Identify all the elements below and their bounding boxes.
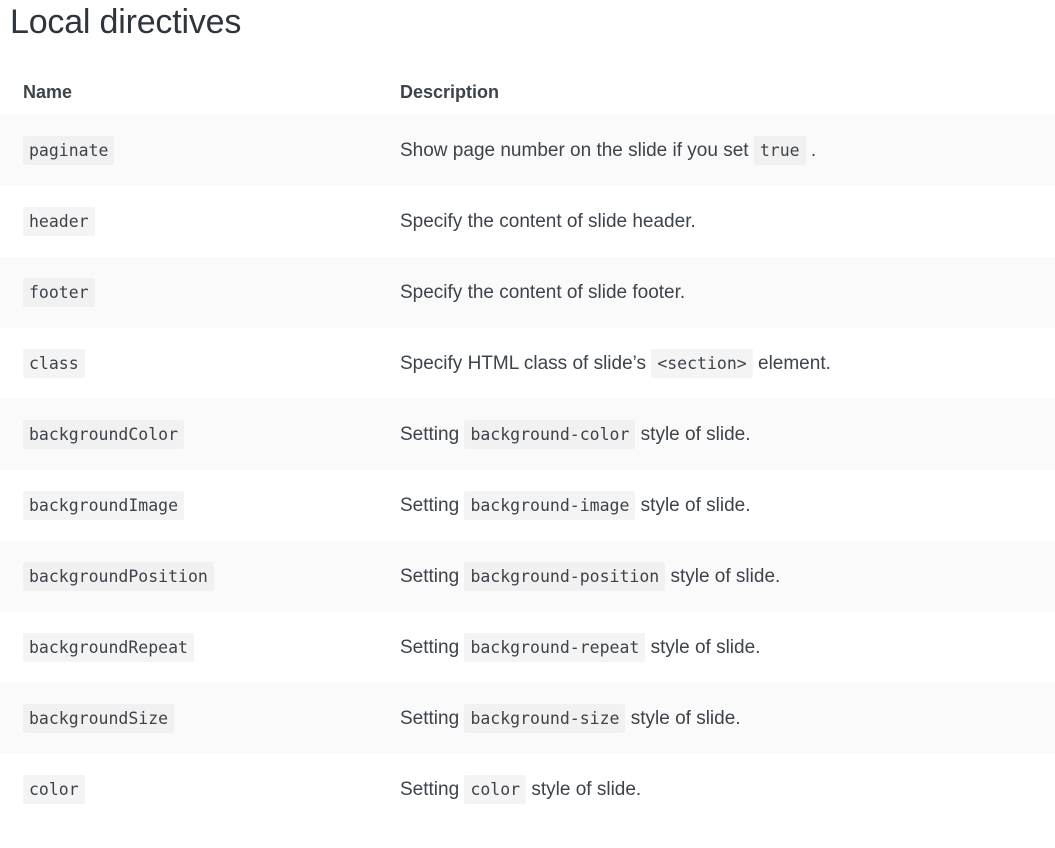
- directive-name-cell: backgroundSize: [0, 683, 390, 754]
- directive-name-code: backgroundImage: [23, 490, 185, 520]
- directive-name-code: color: [23, 774, 85, 804]
- description-code: background-position: [464, 561, 666, 591]
- directive-name-code: backgroundColor: [23, 419, 185, 449]
- local-directives-table: Name Description paginate Show page numbe…: [0, 82, 1055, 825]
- description-text-leading: Setting: [400, 565, 465, 587]
- description-text-leading: Specify the content of slide header.: [400, 210, 696, 232]
- directive-name-cell: footer: [0, 257, 390, 328]
- directive-name-cell: color: [0, 754, 390, 825]
- directive-description-cell: Setting color style of slide.: [390, 754, 1055, 825]
- directive-name-code: class: [23, 348, 85, 378]
- table-row: footer Specify the content of slide foote…: [0, 257, 1055, 328]
- directive-description-cell: Setting background-position style of sli…: [390, 541, 1055, 612]
- table-row: backgroundImage Setting background-image …: [0, 470, 1055, 541]
- table-row: paginate Show page number on the slide if…: [0, 115, 1055, 186]
- directive-name-cell: class: [0, 328, 390, 399]
- directive-description-cell: Setting background-color style of slide.: [390, 399, 1055, 470]
- column-header-description: Description: [390, 82, 1055, 115]
- description-text-leading: Setting: [400, 636, 465, 658]
- directive-description-cell: Specify HTML class of slide’s <section> …: [390, 328, 1055, 399]
- description-text-leading: Specify HTML class of slide’s: [400, 352, 652, 374]
- description-code: color: [464, 774, 527, 804]
- table-row: backgroundColor Setting background-color …: [0, 399, 1055, 470]
- directive-name-code: backgroundSize: [23, 703, 175, 733]
- table-header: Name Description: [0, 82, 1055, 115]
- table-header-row: Name Description: [0, 82, 1055, 115]
- description-code: background-color: [464, 419, 636, 449]
- description-text-trailing: style of slide.: [635, 423, 751, 445]
- table-row: backgroundPosition Setting background-pos…: [0, 541, 1055, 612]
- description-text-trailing: element.: [752, 352, 831, 374]
- directive-description-cell: Setting background-repeat style of slide…: [390, 612, 1055, 683]
- description-text-leading: Setting: [400, 707, 465, 729]
- description-code: true: [753, 135, 806, 165]
- description-text-leading: Setting: [400, 423, 465, 445]
- table-row: class Specify HTML class of slide’s <sect…: [0, 328, 1055, 399]
- description-text-trailing: style of slide.: [645, 636, 761, 658]
- directive-name-code: backgroundPosition: [23, 561, 214, 591]
- directive-name-cell: backgroundPosition: [0, 541, 390, 612]
- column-header-name: Name: [0, 82, 390, 115]
- directive-name-code: footer: [23, 277, 95, 307]
- directive-description-cell: Setting background-image style of slide.: [390, 470, 1055, 541]
- directive-name-cell: backgroundImage: [0, 470, 390, 541]
- description-code: <section>: [651, 348, 753, 378]
- table-row: backgroundSize Setting background-size st…: [0, 683, 1055, 754]
- directive-name-code: backgroundRepeat: [23, 632, 194, 662]
- directive-name-code: header: [23, 206, 95, 236]
- description-text-trailing: style of slide.: [635, 494, 751, 516]
- description-text-trailing: .: [805, 139, 817, 161]
- directive-description-cell: Specify the content of slide footer.: [390, 257, 1055, 328]
- description-text-leading: Setting: [400, 494, 465, 516]
- table-row: header Specify the content of slide heade…: [0, 186, 1055, 257]
- table-row: backgroundRepeat Setting background-repea…: [0, 612, 1055, 683]
- table-body: paginate Show page number on the slide if…: [0, 115, 1055, 825]
- description-text-trailing: style of slide.: [625, 707, 741, 729]
- directive-description-cell: Setting background-size style of slide.: [390, 683, 1055, 754]
- directive-name-cell: backgroundRepeat: [0, 612, 390, 683]
- description-text-leading: Specify the content of slide footer.: [400, 281, 686, 303]
- directive-name-code: paginate: [23, 135, 115, 165]
- directive-name-cell: paginate: [0, 115, 390, 186]
- description-code: background-size: [464, 703, 626, 733]
- document-page: Local directives Name Description pagina…: [0, 0, 1055, 848]
- table-row: color Setting color style of slide.: [0, 754, 1055, 825]
- description-text-leading: Show page number on the slide if you set: [400, 139, 754, 161]
- description-code: background-repeat: [464, 632, 646, 662]
- description-text-leading: Setting: [400, 778, 465, 800]
- directive-description-cell: Show page number on the slide if you set…: [390, 115, 1055, 186]
- description-text-trailing: style of slide.: [526, 778, 642, 800]
- directive-name-cell: backgroundColor: [0, 399, 390, 470]
- description-text-trailing: style of slide.: [665, 565, 781, 587]
- directive-description-cell: Specify the content of slide header.: [390, 186, 1055, 257]
- description-code: background-image: [464, 490, 636, 520]
- page-title: Local directives: [10, 3, 242, 41]
- directive-name-cell: header: [0, 186, 390, 257]
